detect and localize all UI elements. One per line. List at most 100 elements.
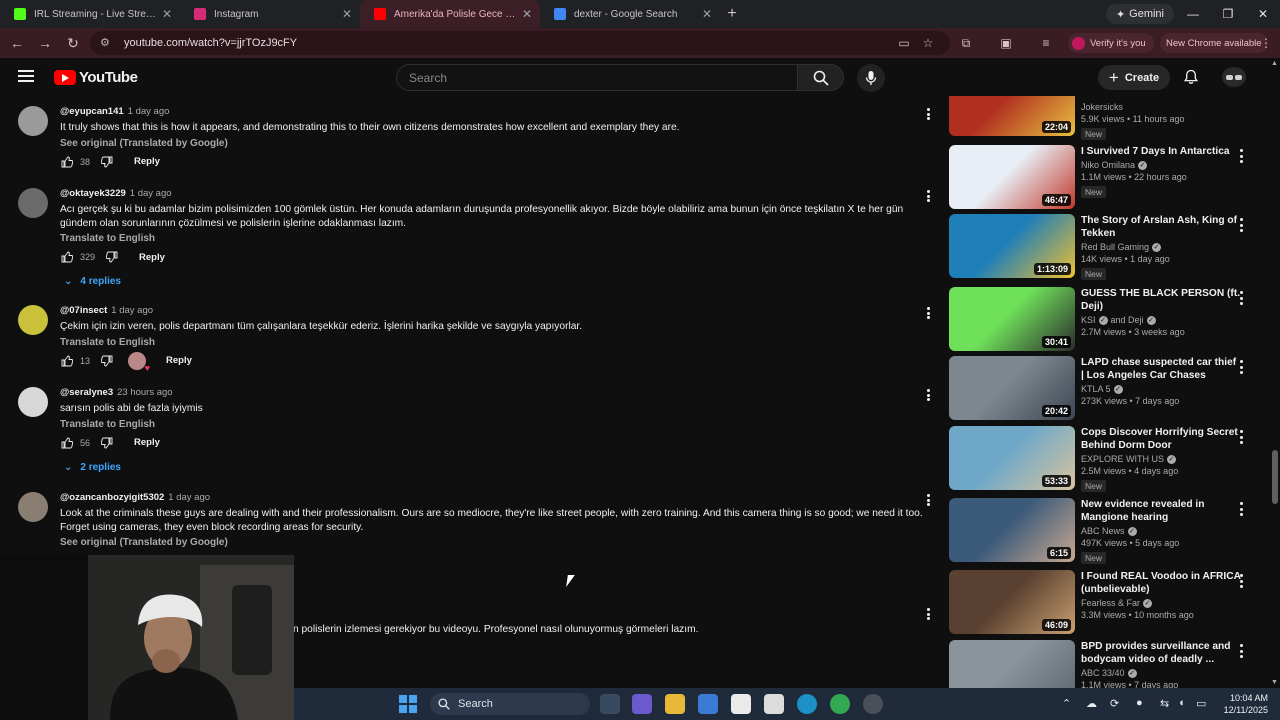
browser-tab[interactable]: Amerika'da Polisle Gece Devriye ✕ [360, 0, 540, 28]
youtube-logo[interactable]: YouTube [54, 69, 138, 86]
channel-name[interactable]: Jokersicks [1081, 102, 1241, 112]
comment-author[interactable]: @seralyne3 [60, 387, 113, 398]
gemini-button[interactable]: ✦ Gemini [1105, 4, 1174, 24]
comment-more-icon[interactable] [922, 387, 934, 403]
extensions-icon[interactable]: ⧉ [958, 35, 974, 51]
thumbs-up-icon[interactable] [60, 155, 74, 169]
related-video-item[interactable]: BPD provides surveillance and bodycam vi… [948, 640, 1258, 688]
copilot-icon[interactable] [632, 694, 652, 714]
microphone-tray-icon[interactable]: ● [1136, 697, 1143, 709]
video-thumbnail[interactable]: 46:47 [949, 145, 1075, 209]
translate-link[interactable]: See original (Translated by Google) [60, 537, 930, 548]
video-more-icon[interactable] [1236, 644, 1246, 658]
related-video-item[interactable]: 46:09 I Found REAL Voodoo in AFRICA (unbe… [948, 570, 1258, 636]
search-input[interactable]: Search [396, 64, 798, 91]
browser-tab[interactable]: dexter - Google Search ✕ [540, 0, 720, 28]
video-more-icon[interactable] [1236, 574, 1246, 588]
voice-search-button[interactable] [857, 64, 885, 92]
scroll-up-arrow-icon[interactable]: ▲ [1271, 60, 1278, 67]
browser-tab[interactable]: Instagram ✕ [180, 0, 360, 28]
comment-time[interactable]: 1 day ago [130, 188, 172, 199]
sync-icon[interactable]: ⟳ [1110, 697, 1119, 710]
video-title[interactable]: GUESS THE BLACK PERSON (ft. Deji) [1081, 287, 1241, 313]
comment-author-avatar[interactable] [18, 492, 48, 522]
cast-icon[interactable]: ▭ [896, 35, 912, 51]
microsoft-store-icon[interactable] [698, 694, 718, 714]
volume-icon[interactable]: ◖ [1178, 697, 1185, 709]
reload-button[interactable]: ↻ [60, 30, 86, 56]
comment-more-icon[interactable] [922, 606, 934, 622]
menu-icon[interactable] [18, 70, 34, 82]
translate-link[interactable]: Translate to English [60, 419, 930, 430]
close-tab-icon[interactable]: ✕ [162, 7, 172, 21]
related-video-item[interactable]: 6:15 New evidence revealed in Mangione he… [948, 498, 1258, 564]
video-title[interactable]: I Survived 7 Days In Antarctica [1081, 145, 1241, 158]
battery-icon[interactable]: ▭ [1196, 697, 1206, 710]
translate-link[interactable]: Translate to English [60, 337, 930, 348]
comment-author-avatar[interactable] [18, 305, 48, 335]
video-thumbnail[interactable]: 53:33 [949, 426, 1075, 490]
close-window-button[interactable]: ✕ [1246, 0, 1280, 28]
capcut-icon[interactable] [731, 694, 751, 714]
thumbs-down-icon[interactable] [100, 155, 114, 169]
reading-list-icon[interactable]: ≡ [1038, 35, 1054, 51]
comment-author[interactable]: @07insect [60, 305, 107, 316]
user-avatar[interactable] [1222, 67, 1246, 87]
related-video-item[interactable]: 20:42 LAPD chase suspected car thief | Lo… [948, 356, 1258, 422]
translate-link[interactable]: Translate to English [60, 233, 930, 244]
video-title[interactable]: The Story of Arslan Ash, King of Tekken [1081, 214, 1241, 240]
comment-time[interactable]: 1 day ago [168, 492, 210, 503]
onedrive-icon[interactable]: ☁ [1086, 697, 1097, 710]
video-thumbnail[interactable]: 1:13:09 [949, 214, 1075, 278]
comment-time[interactable]: 1 day ago [111, 305, 153, 316]
scrollbar-thumb[interactable] [1272, 450, 1278, 504]
view-replies-button[interactable]: ⌄ 2 replies [64, 462, 930, 473]
video-thumbnail[interactable]: 20:42 [949, 356, 1075, 420]
video-more-icon[interactable] [1236, 430, 1246, 444]
system-clock[interactable]: 10:04 AM 12/11/2025 [1224, 692, 1268, 716]
forward-button[interactable]: → [32, 30, 58, 56]
task-view-icon[interactable] [600, 694, 620, 714]
thumbs-up-icon[interactable] [60, 250, 74, 264]
video-more-icon[interactable] [1236, 360, 1246, 374]
site-info-icon[interactable]: ⚙ [100, 36, 114, 50]
video-title[interactable]: New evidence revealed in Mangione hearin… [1081, 498, 1241, 524]
maximize-button[interactable]: ❐ [1211, 0, 1245, 28]
edge-browser-icon[interactable] [797, 694, 817, 714]
comment-author-avatar[interactable] [18, 106, 48, 136]
video-thumbnail[interactable] [949, 640, 1075, 688]
video-thumbnail[interactable]: 6:15 [949, 498, 1075, 562]
channel-name[interactable]: ABC 33/40 ✓ [1081, 668, 1241, 678]
notifications-bell-icon[interactable] [1183, 69, 1199, 85]
close-tab-icon[interactable]: ✕ [702, 7, 712, 21]
view-replies-button[interactable]: ⌄ 4 replies [64, 276, 930, 287]
comment-author[interactable]: @eyupcan141 [60, 106, 124, 117]
video-thumbnail[interactable]: 46:09 [949, 570, 1075, 634]
channel-name[interactable]: Fearless & Far ✓ [1081, 598, 1241, 608]
comment-author[interactable]: @ozancanbozyigit5302 [60, 492, 164, 503]
notion-icon[interactable] [764, 694, 784, 714]
comment-more-icon[interactable] [922, 492, 934, 508]
thumbs-down-icon[interactable] [100, 354, 114, 368]
video-thumbnail[interactable]: 30:41 [949, 287, 1075, 351]
close-tab-icon[interactable]: ✕ [522, 7, 532, 21]
related-video-item[interactable]: 30:41 GUESS THE BLACK PERSON (ft. Deji) KS… [948, 287, 1258, 353]
channel-name[interactable]: KTLA 5 ✓ [1081, 384, 1241, 394]
reply-button[interactable]: Reply [139, 252, 165, 263]
video-more-icon[interactable] [1236, 502, 1246, 516]
comment-time[interactable]: 1 day ago [128, 106, 170, 117]
reply-button[interactable]: Reply [134, 156, 160, 167]
related-video-item[interactable]: 1:13:09 The Story of Arslan Ash, King of … [948, 214, 1258, 280]
verify-profile-button[interactable]: Verify it's you [1068, 33, 1154, 53]
comment-time[interactable]: 23 hours ago [117, 387, 172, 398]
scroll-down-arrow-icon[interactable]: ▼ [1271, 679, 1278, 686]
comment-more-icon[interactable] [922, 106, 934, 122]
windows-start-icon[interactable] [398, 694, 418, 714]
reply-button[interactable]: Reply [134, 437, 160, 448]
chrome-menu-icon[interactable]: ⋮ [1258, 35, 1274, 51]
related-video-item[interactable]: 46:47 I Survived 7 Days In Antarctica Niko… [948, 145, 1258, 211]
settings-gear-icon[interactable] [863, 694, 883, 714]
address-bar[interactable]: ⚙ youtube.com/watch?v=jjrTOzJ9cFY [90, 31, 950, 55]
tab-search-icon[interactable]: ▣ [998, 35, 1014, 51]
comment-more-icon[interactable] [922, 305, 934, 321]
